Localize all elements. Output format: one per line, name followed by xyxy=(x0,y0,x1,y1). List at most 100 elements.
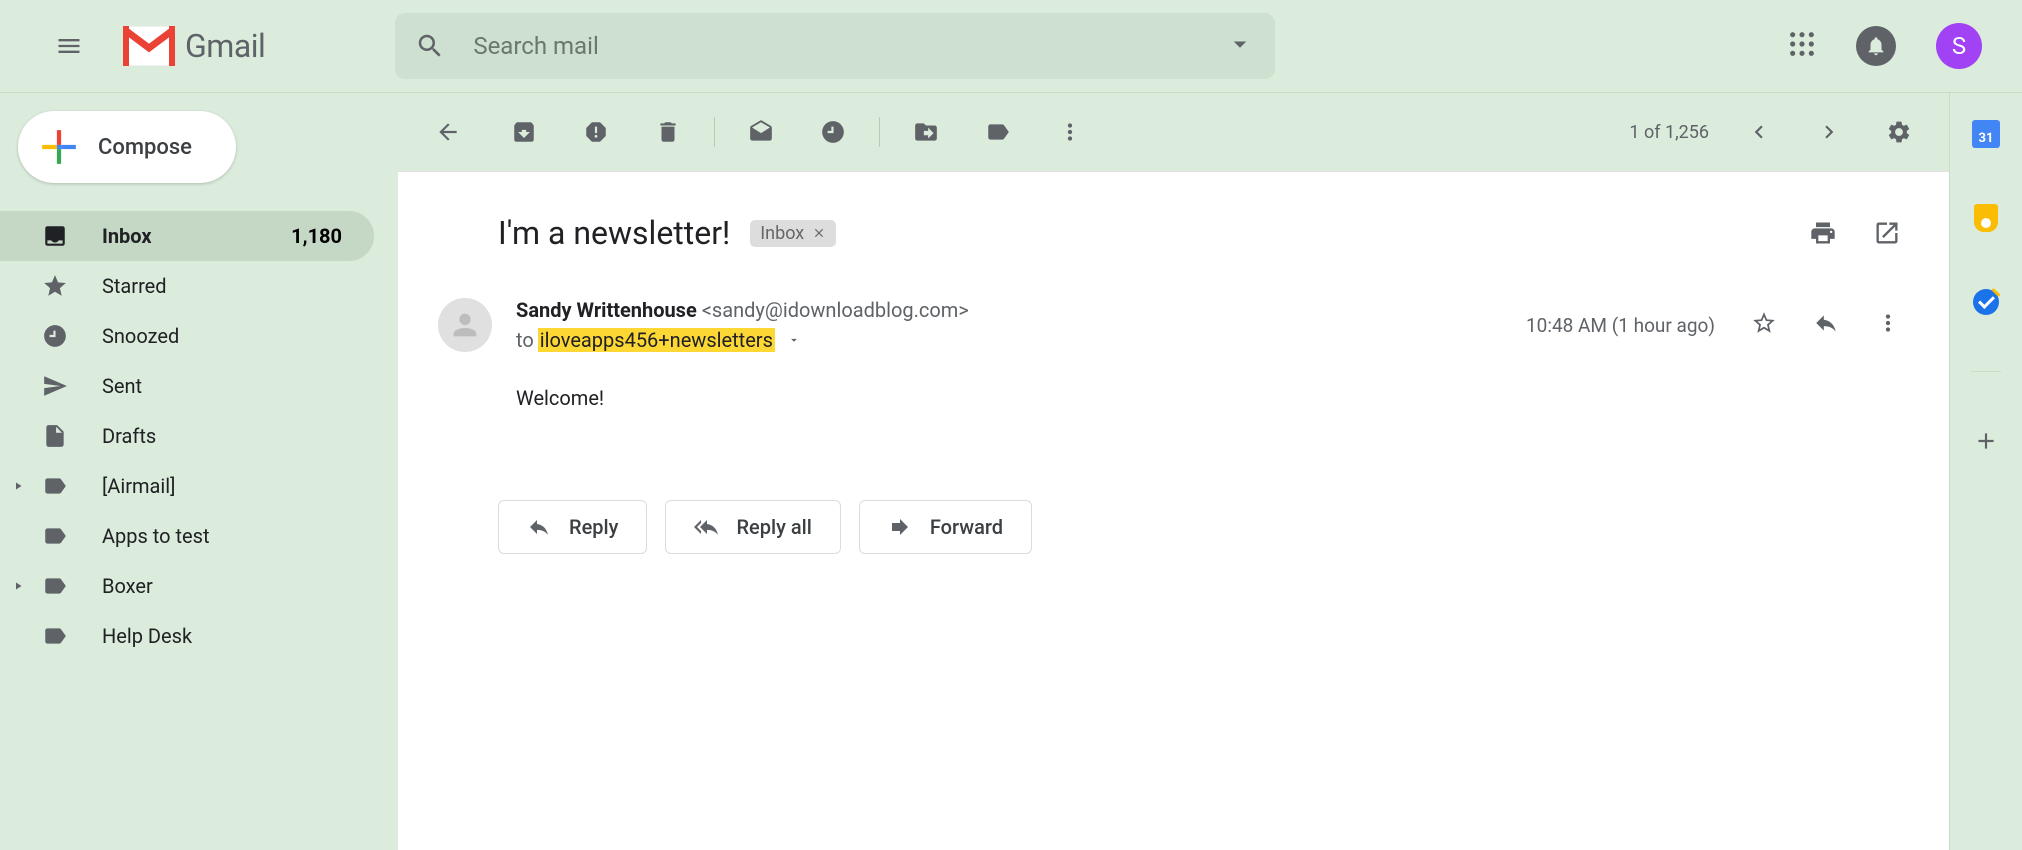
label-icon xyxy=(985,119,1011,145)
star-icon xyxy=(42,273,68,299)
clock-icon xyxy=(820,119,846,145)
account-avatar[interactable]: S xyxy=(1936,23,1982,69)
search-options-button[interactable] xyxy=(1225,29,1255,63)
spam-button[interactable] xyxy=(576,112,616,152)
notifications-button[interactable] xyxy=(1856,26,1896,66)
star-outline-icon xyxy=(1751,310,1777,336)
chevron-right-icon xyxy=(1816,119,1842,145)
app-header: Gmail S xyxy=(0,0,2022,92)
sidebar-item-drafts[interactable]: Drafts xyxy=(0,411,374,461)
sidebar-item-sent[interactable]: Sent xyxy=(0,361,374,411)
prev-button[interactable] xyxy=(1739,112,1779,152)
open-new-window-icon[interactable] xyxy=(1873,219,1901,247)
delete-button[interactable] xyxy=(648,112,688,152)
close-icon[interactable] xyxy=(812,226,826,240)
to-highlighted-address: iloveapps456+newsletters xyxy=(538,328,775,352)
send-icon xyxy=(42,373,68,399)
reply-icon-button[interactable] xyxy=(1813,310,1839,340)
sender-avatar xyxy=(438,298,492,352)
file-icon xyxy=(42,423,68,449)
google-apps-button[interactable] xyxy=(1788,30,1816,62)
sidebar-item-label: Drafts xyxy=(102,424,156,448)
keep-icon xyxy=(1974,204,1998,232)
compose-button[interactable]: Compose xyxy=(18,111,236,183)
compose-plus-icon xyxy=(40,128,78,166)
mark-unread-button[interactable] xyxy=(741,112,781,152)
sidebar-item-starred[interactable]: Starred xyxy=(0,261,374,311)
mail-open-icon xyxy=(748,119,774,145)
gmail-logo-text: Gmail xyxy=(185,27,265,65)
calendar-icon: 31 xyxy=(1972,120,2000,148)
sidebar-item-count: 1,180 xyxy=(291,224,342,248)
sidebar-item-snoozed[interactable]: Snoozed xyxy=(0,311,374,361)
folder-move-icon xyxy=(913,119,939,145)
label-icon xyxy=(42,473,68,499)
caret-down-icon xyxy=(1225,29,1255,59)
search-input[interactable] xyxy=(473,32,1225,60)
reply-button[interactable]: Reply xyxy=(498,500,647,554)
email-label-text: Inbox xyxy=(760,223,804,244)
caret-right-icon xyxy=(12,580,24,592)
reply-all-button[interactable]: Reply all xyxy=(665,500,840,554)
search-bar[interactable] xyxy=(395,13,1275,79)
main-menu-button[interactable] xyxy=(45,22,93,70)
labels-button[interactable] xyxy=(978,112,1018,152)
sidebar-item-boxer[interactable]: Boxer xyxy=(0,561,374,611)
person-icon xyxy=(448,308,482,342)
sidebar-item-help-desk[interactable]: Help Desk xyxy=(0,611,374,661)
sidebar: Compose Inbox 1,180 Starred Snoozed Sent xyxy=(0,93,398,850)
clock-icon xyxy=(42,323,68,349)
divider xyxy=(1971,371,2001,372)
message-toolbar: 1 of 1,256 xyxy=(398,93,1949,171)
hamburger-icon xyxy=(55,32,83,60)
star-button[interactable] xyxy=(1751,310,1777,340)
sidebar-item-label: Apps to test xyxy=(102,524,210,548)
move-to-button[interactable] xyxy=(906,112,946,152)
back-button[interactable] xyxy=(428,112,468,152)
gmail-logo[interactable]: Gmail xyxy=(123,26,265,66)
keep-addon[interactable] xyxy=(1971,203,2001,233)
sender-name: Sandy Writtenhouse xyxy=(516,298,697,322)
email-subject: I'm a newsletter! xyxy=(498,214,730,252)
archive-button[interactable] xyxy=(504,112,544,152)
sidebar-item-label: Inbox xyxy=(102,224,152,248)
get-addons-button[interactable] xyxy=(1971,426,2001,456)
sidebar-item-apps-to-test[interactable]: Apps to test xyxy=(0,511,374,561)
tasks-icon xyxy=(1973,289,1999,315)
calendar-addon[interactable]: 31 xyxy=(1971,119,2001,149)
report-spam-icon xyxy=(583,119,609,145)
recipient-line[interactable]: to iloveapps456+newsletters xyxy=(516,328,969,352)
side-panel: 31 xyxy=(1950,93,2022,850)
email-label-chip[interactable]: Inbox xyxy=(750,220,836,247)
bell-icon xyxy=(1865,35,1887,57)
reply-icon xyxy=(1813,310,1839,336)
print-icon[interactable] xyxy=(1809,219,1837,247)
sidebar-item-label: Snoozed xyxy=(102,324,179,348)
compose-label: Compose xyxy=(98,135,192,160)
reply-all-icon xyxy=(694,515,718,539)
snooze-button[interactable] xyxy=(813,112,853,152)
message-body: Welcome! xyxy=(398,352,1949,410)
arrow-back-icon xyxy=(435,119,461,145)
more-vert-icon xyxy=(1875,310,1901,336)
inbox-icon xyxy=(42,223,68,249)
message-time: 10:48 AM (1 hour ago) xyxy=(1526,314,1715,337)
tasks-addon[interactable] xyxy=(1971,287,2001,317)
caret-right-icon xyxy=(12,480,24,492)
plus-icon xyxy=(1973,428,1999,454)
forward-button[interactable]: Forward xyxy=(859,500,1032,554)
label-icon xyxy=(42,573,68,599)
caret-down-icon xyxy=(787,333,801,347)
sidebar-item-airmail[interactable]: [Airmail] xyxy=(0,461,374,511)
next-button[interactable] xyxy=(1809,112,1849,152)
sidebar-item-inbox[interactable]: Inbox 1,180 xyxy=(0,211,374,261)
label-icon xyxy=(42,523,68,549)
settings-button[interactable] xyxy=(1879,112,1919,152)
sidebar-item-label: [Airmail] xyxy=(102,474,175,498)
more-button[interactable] xyxy=(1050,112,1090,152)
sidebar-item-label: Help Desk xyxy=(102,624,192,648)
apps-grid-icon xyxy=(1788,30,1816,58)
message-more-button[interactable] xyxy=(1875,310,1901,340)
show-details-button[interactable] xyxy=(787,328,801,352)
to-prefix: to xyxy=(516,328,534,352)
